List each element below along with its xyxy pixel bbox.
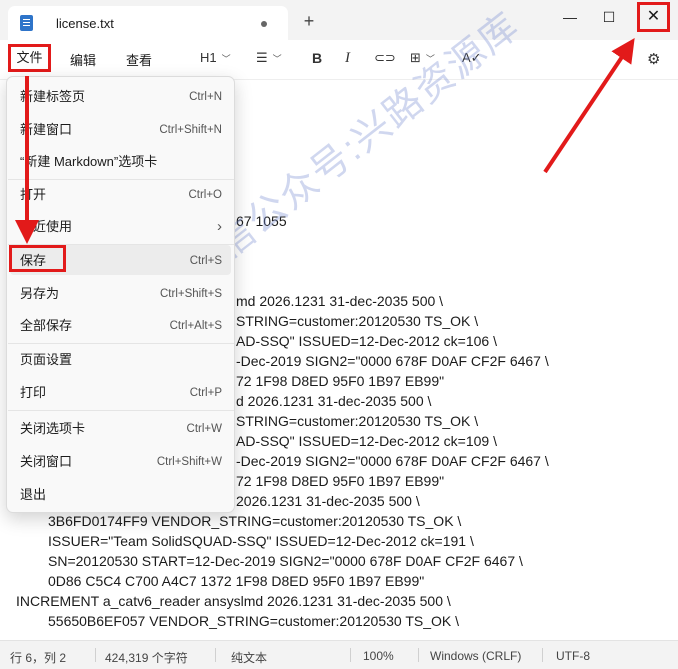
status-divider [418,648,419,662]
menu-item-open[interactable]: 打开 Ctrl+O [8,179,234,211]
menu-item-label: 页面设置 [20,352,73,367]
menu-file[interactable]: 文件 [8,44,51,72]
menu-item-label: 打印 [20,385,47,400]
menu-item-save-all[interactable]: 全部保存 Ctrl+Alt+S [8,310,234,342]
menu-item-new-tab[interactable]: 新建标签页 Ctrl+N [8,81,234,113]
link-button[interactable]: ⊂⊃ [374,50,396,66]
menu-item-label: 最近使用 [20,219,73,234]
editor-line: AD-SSQ" ISSUED=12-Dec-2012 ck=109 \ [236,433,497,449]
menu-item-shortcut: Ctrl+Shift+S [160,288,222,300]
chevron-down-icon: ﹀ [221,54,231,64]
menu-item-shortcut: Ctrl+P [189,387,222,399]
chevron-right-icon: › [217,218,222,235]
italic-button[interactable]: I [345,50,350,67]
status-divider [215,648,216,662]
editor-line: 72 1F98 D8ED 95F0 1B97 EB99" [236,473,445,489]
menu-item-shortcut: Ctrl+W [186,423,222,435]
tab-license[interactable]: license.txt [8,6,288,40]
status-divider [350,648,351,662]
zoom-level[interactable]: 100% [363,649,394,663]
editor-line: INCREMENT a_catv6_reader ansyslmd 2026.1… [16,593,451,609]
title-bar: license.txt + — ☐ ✕ [0,0,678,40]
cursor-position: 行 6，列 2 [10,651,67,665]
editor-line: STRING=customer:20120530 TS_OK \ [236,413,479,429]
tab-title: license.txt [56,16,114,31]
status-divider [95,648,96,662]
editor-line: SN=20120530 START=12-Dec-2019 SIGN2="000… [48,553,523,569]
new-tab-button[interactable]: + [298,12,320,30]
menu-item-print[interactable]: 打印 Ctrl+P [8,377,234,409]
menu-item-exit[interactable]: 退出 [8,479,234,511]
close-button[interactable]: ✕ [637,2,670,32]
settings-button[interactable]: ⚙ [647,50,660,68]
menu-item-close-tab[interactable]: 关闭选项卡 Ctrl+W [8,413,234,445]
file-format: 纯文本 [231,651,268,665]
link-icon: ⊂⊃ [374,50,396,65]
editor-line: 55650B6EF057 VENDOR_STRING=customer:2012… [48,613,460,629]
char-count: 424,319 个字符 [105,651,188,665]
minimize-button[interactable]: — [555,4,585,30]
menu-item-label: “新建 Markdown”选项卡 [20,154,158,169]
line-ending[interactable]: Windows (CRLF) [430,649,521,663]
menu-item-page-setup[interactable]: 页面设置 [8,344,234,376]
notepad-icon [20,15,33,31]
menu-item-label: 全部保存 [20,318,73,333]
editor-line: STRING=customer:20120530 TS_OK \ [236,313,479,329]
status-bar: 行 6，列 2 424,319 个字符 纯文本 100% Windows (CR… [0,640,678,669]
menu-item-save-as[interactable]: 另存为 Ctrl+Shift+S [8,278,234,310]
menu-item-close-window[interactable]: 关闭窗口 Ctrl+Shift+W [8,446,234,478]
list-icon: ☰ [256,50,268,65]
editor-line: 3B6FD0174FF9 VENDOR_STRING=customer:2012… [48,513,462,529]
status-divider [542,648,543,662]
menu-item-shortcut: Ctrl+Alt+S [169,320,222,332]
menu-item-new-markdown[interactable]: “新建 Markdown”选项卡 [8,146,234,178]
save-highlight-box [9,245,66,272]
editor-line: d 2026.1231 31-dec-2035 500 \ [236,393,432,409]
close-icon: ✕ [646,8,661,25]
menu-view[interactable]: 查看 [126,50,152,69]
editor-line: md 2026.1231 31-dec-2035 500 \ [236,293,444,309]
editor-line: -Dec-2019 SIGN2="0000 678F D0AF CF2F 646… [236,353,549,369]
menu-item-recent[interactable]: 最近使用 › [8,211,234,243]
maximize-button[interactable]: ☐ [594,4,624,30]
heading-label: H1 [200,50,217,65]
menu-item-shortcut: Ctrl+Shift+W [156,456,222,468]
bold-button[interactable]: B [312,50,322,66]
menu-item-label: 关闭窗口 [20,454,73,469]
editor-line: ISSUER="Team SolidSQUAD-SSQ" ISSUED=12-D… [48,533,474,549]
menu-item-label: 打开 [20,187,47,202]
menu-item-label: 另存为 [20,286,60,301]
unsaved-dot-icon[interactable] [261,21,267,27]
menu-item-shortcut: Ctrl+Shift+N [159,124,222,136]
toolbar: H1 ﹀ ☰ ﹀ B I ⊂⊃ ⊞ ﹀ A✓ ⚙ 编辑 查看 [0,40,678,80]
encoding[interactable]: UTF-8 [556,649,590,663]
heading-dropdown[interactable]: H1 ﹀ [200,50,231,65]
menu-item-shortcut: Ctrl+N [189,91,222,103]
menu-item-shortcut: Ctrl+S [189,255,222,267]
editor-line: 2026.1231 31-dec-2035 500 \ [236,493,420,509]
menu-item-shortcut: Ctrl+O [188,189,222,201]
menu-item-label: 退出 [20,487,47,502]
editor-line: AD-SSQ" ISSUED=12-Dec-2012 ck=106 \ [236,333,497,349]
menu-edit[interactable]: 编辑 [70,50,96,69]
editor-line: -Dec-2019 SIGN2="0000 678F D0AF CF2F 646… [236,453,549,469]
editor-line: 0D86 C5C4 C700 A4C7 1372 1F98 D8ED 95F0 … [48,573,425,589]
list-dropdown[interactable]: ☰ ﹀ [256,50,282,66]
menu-item-new-window[interactable]: 新建窗口 Ctrl+Shift+N [8,114,234,146]
menu-item-label: 关闭选项卡 [20,421,86,436]
gear-icon: ⚙ [647,51,661,68]
menu-divider [8,410,234,411]
editor-line: 72 1F98 D8ED 95F0 1B97 EB99" [236,373,445,389]
chevron-down-icon: ﹀ [272,54,282,64]
menu-item-label: 新建标签页 [20,89,86,104]
menu-item-label: 新建窗口 [20,122,73,137]
file-menu-dropdown: 新建标签页 Ctrl+N 新建窗口 Ctrl+Shift+N “新建 Markdow… [6,76,235,513]
